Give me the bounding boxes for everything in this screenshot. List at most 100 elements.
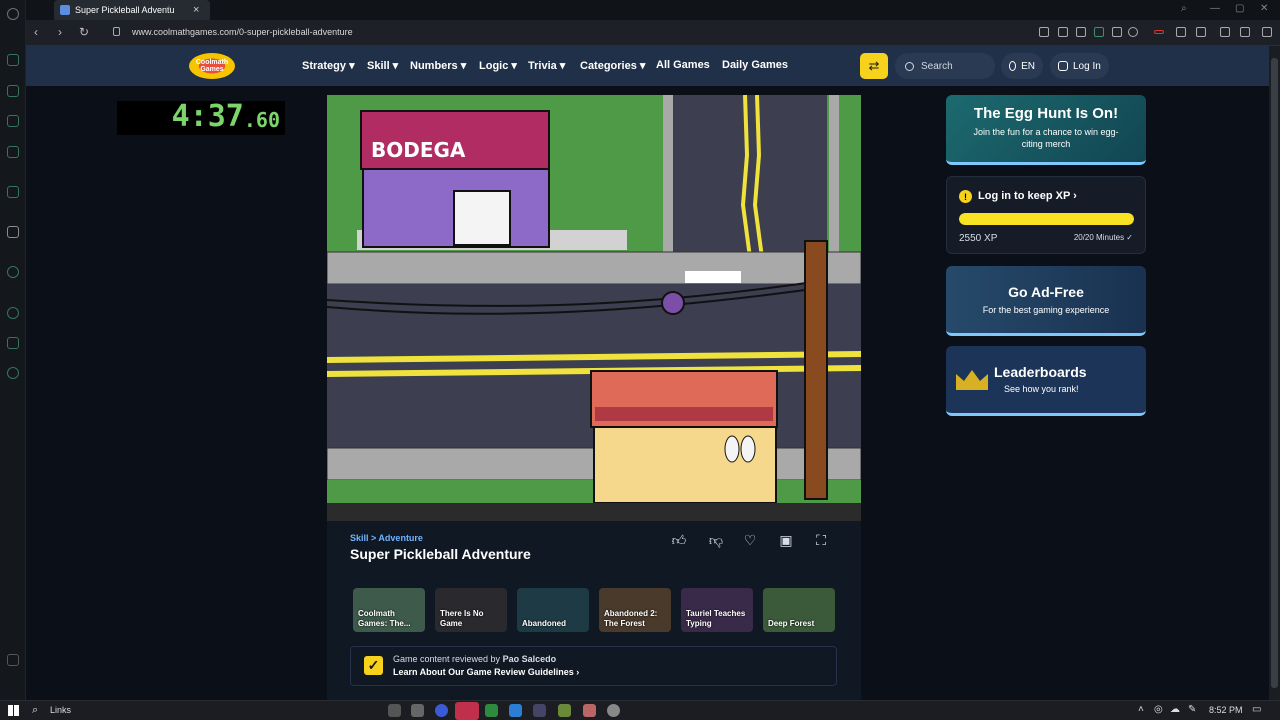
leaderboards-card[interactable]: Leaderboards See how you rank!	[946, 346, 1146, 416]
minecraft-icon[interactable]	[558, 704, 571, 717]
xp-card[interactable]: ! Log in to keep XP › 2550 XP 20/20 Minu…	[946, 176, 1146, 254]
close-tab-icon[interactable]: ×	[193, 4, 199, 16]
dislike-icon[interactable]: 👎︎	[707, 531, 725, 549]
task-view-icon[interactable]	[388, 704, 401, 717]
taskbar-clock[interactable]: 8:52 PM	[1209, 705, 1243, 715]
taskbar-links[interactable]: Links	[50, 705, 71, 715]
related-game-thumb[interactable]: There Is No Game	[435, 588, 507, 632]
review-guidelines-link[interactable]: Learn About Our Game Review Guidelines ›	[393, 667, 579, 677]
browser-taskbar-icon[interactable]	[435, 704, 448, 717]
browser-logo-icon[interactable]	[7, 8, 19, 20]
menu-categories[interactable]: Categories ▾	[580, 59, 645, 72]
speed-dial-icon[interactable]	[7, 54, 19, 66]
edit-icon[interactable]	[1058, 27, 1068, 37]
news-icon[interactable]	[7, 146, 19, 158]
reader-icon[interactable]	[1039, 27, 1049, 37]
related-game-thumb[interactable]: Tauriel Teaches Typing	[681, 588, 753, 632]
menu-strategy[interactable]: Strategy ▾	[302, 59, 355, 72]
related-game-thumb[interactable]: Abandoned 2: The Forest	[599, 588, 671, 632]
twitch-icon[interactable]	[7, 115, 19, 127]
related-game-thumb[interactable]: Coolmath Games: The...	[353, 588, 425, 632]
search-tabs-icon[interactable]: ⌕	[1181, 3, 1187, 14]
egg-hunt-title: The Egg Hunt Is On!	[973, 105, 1119, 122]
gx-icon[interactable]	[7, 186, 19, 198]
new-tab-icon[interactable]: +	[166, 3, 172, 14]
minimize-icon[interactable]: —	[1210, 3, 1220, 14]
active-app-icon[interactable]	[455, 702, 479, 720]
breadcrumb[interactable]: Skill > Adventure	[350, 533, 423, 543]
extensions-icon[interactable]	[1196, 27, 1206, 37]
send-icon[interactable]	[1112, 27, 1122, 37]
game-canvas[interactable]: BODEGA	[327, 95, 861, 521]
steam-icon[interactable]	[533, 704, 546, 717]
back-icon[interactable]: ‹	[34, 25, 38, 39]
page-content: Coolmath Games Strategy ▾ Skill ▾ Number…	[26, 46, 1269, 700]
ad-free-card[interactable]: Go Ad-Free For the best gaming experienc…	[946, 266, 1146, 336]
login-button[interactable]: Log In	[1050, 53, 1109, 79]
menu-label: Numbers	[410, 60, 458, 72]
windows-start-icon[interactable]	[8, 705, 19, 716]
search-taskbar-icon[interactable]: ⌕	[32, 704, 38, 717]
cloud-icon[interactable]: ☁	[1170, 704, 1180, 715]
shuffle-button[interactable]: ⇄	[860, 53, 888, 79]
timer-fraction: .60	[243, 108, 280, 132]
settings-taskbar-icon[interactable]	[607, 704, 620, 717]
x-icon[interactable]	[7, 226, 19, 238]
battery-icon[interactable]	[1154, 30, 1164, 34]
egg-hunt-card[interactable]: The Egg Hunt Is On! Join the fun for a c…	[946, 95, 1146, 165]
explorer-icon[interactable]	[411, 704, 424, 717]
review-line: Game content reviewed by Pao Salcedo	[393, 654, 556, 664]
player-icon[interactable]	[7, 266, 19, 278]
login-label: Log In	[1073, 60, 1101, 72]
menu-icon[interactable]	[1240, 27, 1250, 37]
network-icon[interactable]: ◎	[1154, 704, 1163, 715]
edge-icon[interactable]	[509, 704, 522, 717]
like-icon[interactable]: 👍︎	[670, 531, 688, 549]
fullscreen-icon[interactable]: ⛶	[812, 531, 830, 549]
favorite-icon[interactable]: ♡	[741, 531, 759, 549]
app-icon[interactable]	[583, 704, 596, 717]
heart-icon[interactable]	[1128, 27, 1138, 37]
menu-numbers[interactable]: Numbers ▾	[410, 59, 466, 72]
house-window-1	[724, 435, 740, 463]
notifications-icon[interactable]: ▭	[1252, 704, 1261, 715]
coolmath-logo[interactable]: Coolmath Games	[189, 53, 235, 79]
checkmark-icon: ✓	[364, 656, 383, 675]
xp-login-link[interactable]: Log in to keep XP ›	[978, 190, 1077, 202]
search-input[interactable]: Search	[895, 53, 995, 79]
menu-daily-games[interactable]: Daily Games	[722, 59, 788, 71]
settings-icon[interactable]	[7, 367, 19, 379]
xbox-icon[interactable]	[485, 704, 498, 717]
shield-icon[interactable]	[1176, 27, 1186, 37]
menu-logic[interactable]: Logic ▾	[479, 59, 517, 72]
page-scrollbar[interactable]	[1269, 46, 1280, 700]
game-title: Super Pickleball Adventure	[350, 546, 531, 562]
pen-icon[interactable]: ✎	[1188, 704, 1196, 715]
scroll-thumb[interactable]	[1271, 58, 1278, 688]
language-button[interactable]: EN	[1001, 53, 1043, 79]
maximize-icon[interactable]: ▢	[1235, 3, 1244, 14]
bag-icon[interactable]	[7, 85, 19, 97]
related-game-thumb[interactable]: Abandoned	[517, 588, 589, 632]
forward-icon[interactable]: ›	[58, 25, 62, 39]
related-game-thumb[interactable]: Deep Forest	[763, 588, 835, 632]
history-icon[interactable]	[7, 307, 19, 319]
house-window-2	[740, 435, 756, 463]
active-tab[interactable]: Super Pickleball Adventu ×	[54, 0, 210, 20]
cube-icon[interactable]	[7, 337, 19, 349]
menu-trivia[interactable]: Trivia ▾	[528, 59, 565, 72]
camera-icon[interactable]	[1076, 27, 1086, 37]
pin-icon[interactable]	[1262, 27, 1272, 37]
menu-all-games[interactable]: All Games	[656, 59, 710, 71]
menu-skill[interactable]: Skill ▾	[367, 59, 398, 72]
reload-icon[interactable]: ↻	[79, 25, 89, 39]
url-field[interactable]: www.coolmathgames.com/0-super-pickleball…	[132, 27, 353, 37]
panel-icon[interactable]	[7, 654, 19, 666]
user-icon	[1058, 61, 1068, 71]
search-placeholder: Search	[921, 60, 953, 72]
vpn-icon[interactable]	[1094, 27, 1104, 37]
tray-chevron-icon[interactable]: ˄	[1138, 704, 1144, 715]
share-icon[interactable]: ▣	[777, 531, 795, 549]
download-icon[interactable]	[1220, 27, 1230, 37]
close-window-icon[interactable]: ✕	[1260, 3, 1268, 14]
